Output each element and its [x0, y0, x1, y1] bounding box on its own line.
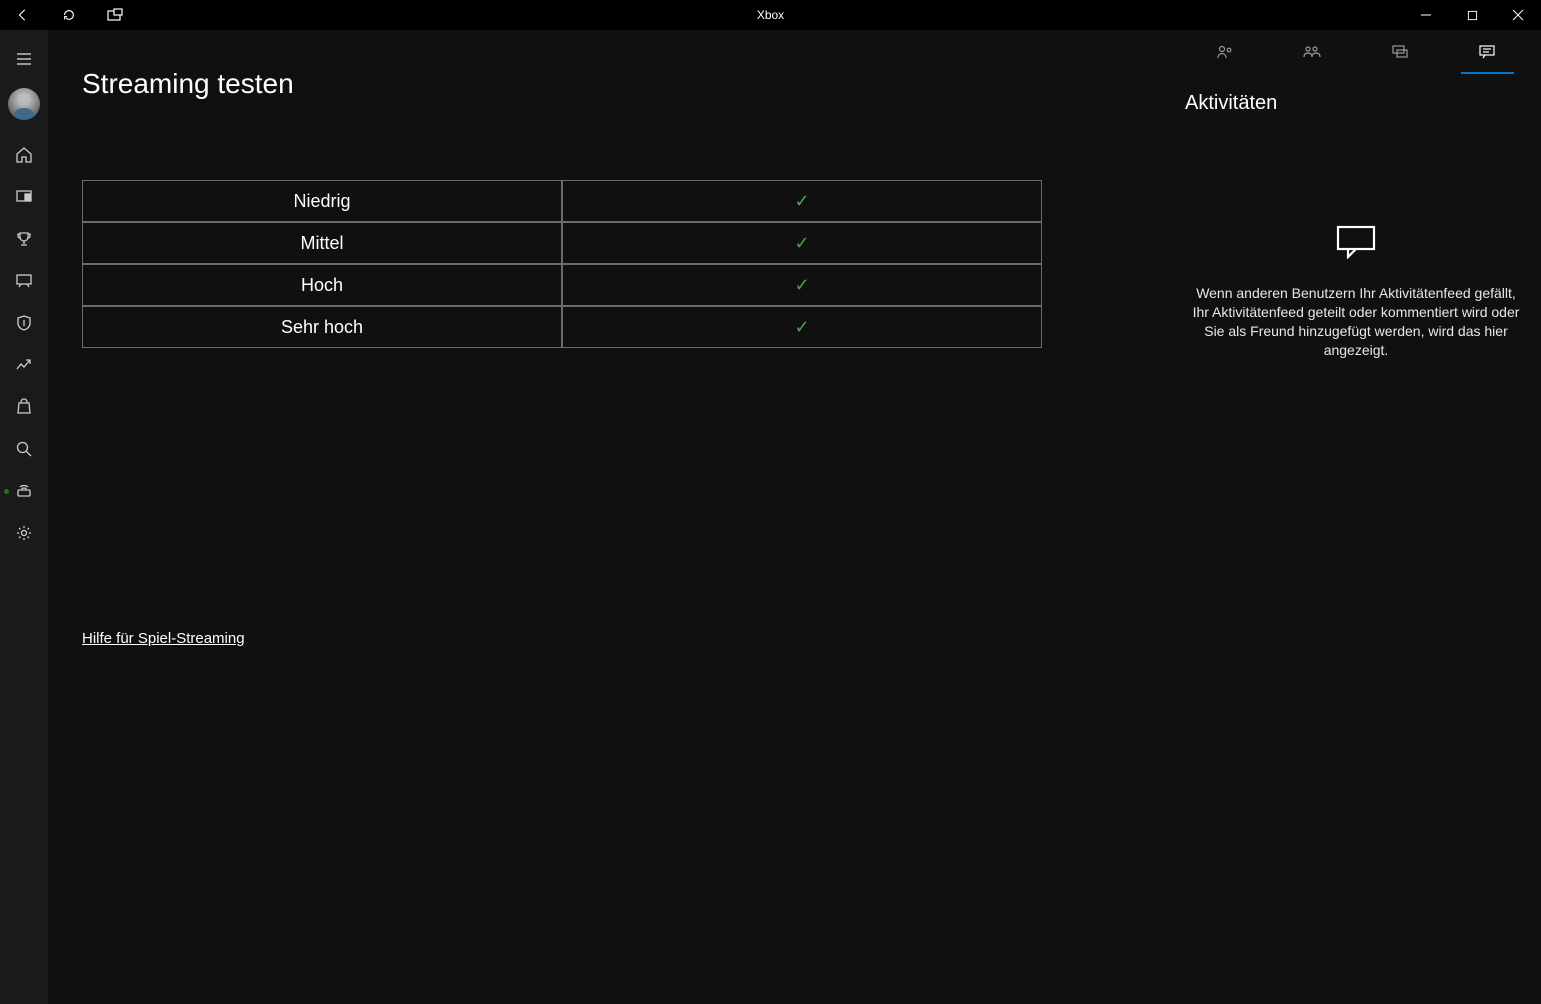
help-link[interactable]: Hilfe für Spiel-Streaming [82, 630, 245, 647]
messages-icon [1391, 43, 1409, 61]
table-row: Sehr hoch ✓ [82, 306, 1042, 348]
friends-icon [1216, 43, 1234, 61]
nav-home[interactable] [0, 134, 48, 176]
quality-table: Niedrig ✓ Mittel ✓ Hoch ✓ Sehr hoch ✓ [82, 180, 1042, 348]
activity-empty-message: Wenn anderen Benutzern Ihr Aktivitätenfe… [1187, 284, 1525, 360]
close-icon [1512, 9, 1524, 21]
quality-status: ✓ [562, 264, 1042, 306]
hamburger-icon [15, 50, 33, 68]
streaming-icon [15, 482, 33, 500]
pip-icon [107, 8, 123, 22]
party-icon [1303, 43, 1321, 61]
tab-messages[interactable] [1356, 30, 1444, 74]
table-row: Hoch ✓ [82, 264, 1042, 306]
arrow-left-icon [16, 8, 30, 22]
app-body: Streaming testen Niedrig ✓ Mittel ✓ Hoch… [0, 30, 1541, 1004]
window-controls [1403, 0, 1541, 30]
right-panel-heading: Aktivitäten [1171, 74, 1541, 115]
nav-avatar[interactable] [8, 88, 40, 120]
close-button[interactable] [1495, 0, 1541, 30]
quality-label: Hoch [82, 264, 562, 306]
nav-store[interactable] [0, 386, 48, 428]
titlebar-left-controls [0, 0, 138, 30]
quality-status: ✓ [562, 222, 1042, 264]
table-row: Mittel ✓ [82, 222, 1042, 264]
window-title: Xbox [0, 8, 1541, 22]
nav-clubs[interactable] [0, 302, 48, 344]
trophy-icon [15, 230, 33, 248]
settings-icon [15, 524, 33, 542]
maximize-button[interactable] [1449, 0, 1495, 30]
avatar-head [18, 93, 30, 105]
check-icon: ✓ [794, 275, 809, 295]
nav-hamburger[interactable] [0, 38, 48, 80]
left-nav [0, 30, 48, 1004]
check-icon: ✓ [794, 317, 809, 337]
quality-label: Sehr hoch [82, 306, 562, 348]
nav-trending[interactable] [0, 344, 48, 386]
display-icon [15, 188, 33, 206]
nav-achievements[interactable] [0, 218, 48, 260]
title-bar: Xbox [0, 0, 1541, 30]
shield-icon [15, 314, 33, 332]
speech-bubble-icon [1336, 225, 1376, 264]
quality-status: ✓ [562, 306, 1042, 348]
picture-in-picture-button[interactable] [92, 0, 138, 30]
minimize-icon [1420, 9, 1432, 21]
refresh-icon [62, 8, 76, 22]
nav-search[interactable] [0, 428, 48, 470]
quality-label: Niedrig [82, 180, 562, 222]
page-title: Streaming testen [82, 68, 1137, 100]
tab-party[interactable] [1269, 30, 1357, 74]
active-indicator [4, 489, 9, 494]
quality-label: Mittel [82, 222, 562, 264]
check-icon: ✓ [794, 233, 809, 253]
maximize-icon [1467, 10, 1478, 21]
nav-captures[interactable] [0, 260, 48, 302]
store-icon [15, 398, 33, 416]
back-button[interactable] [0, 0, 46, 30]
chat-device-icon [15, 272, 33, 290]
activity-empty-state: Wenn anderen Benutzern Ihr Aktivitätenfe… [1171, 225, 1541, 360]
tab-activity[interactable] [1444, 30, 1532, 74]
table-row: Niedrig ✓ [82, 180, 1042, 222]
avatar-body [13, 108, 35, 120]
home-icon [15, 146, 33, 164]
right-panel: Aktivitäten Wenn anderen Benutzern Ihr A… [1171, 30, 1541, 1004]
trend-icon [15, 356, 33, 374]
nav-display[interactable] [0, 176, 48, 218]
check-icon: ✓ [794, 191, 809, 211]
nav-settings[interactable] [0, 512, 48, 554]
tab-friends[interactable] [1181, 30, 1269, 74]
main-content: Streaming testen Niedrig ✓ Mittel ✓ Hoch… [48, 30, 1171, 1004]
activity-icon [1478, 43, 1496, 61]
right-tabs [1171, 30, 1541, 74]
nav-streaming[interactable] [0, 470, 48, 512]
minimize-button[interactable] [1403, 0, 1449, 30]
quality-status: ✓ [562, 180, 1042, 222]
refresh-button[interactable] [46, 0, 92, 30]
search-icon [15, 440, 33, 458]
